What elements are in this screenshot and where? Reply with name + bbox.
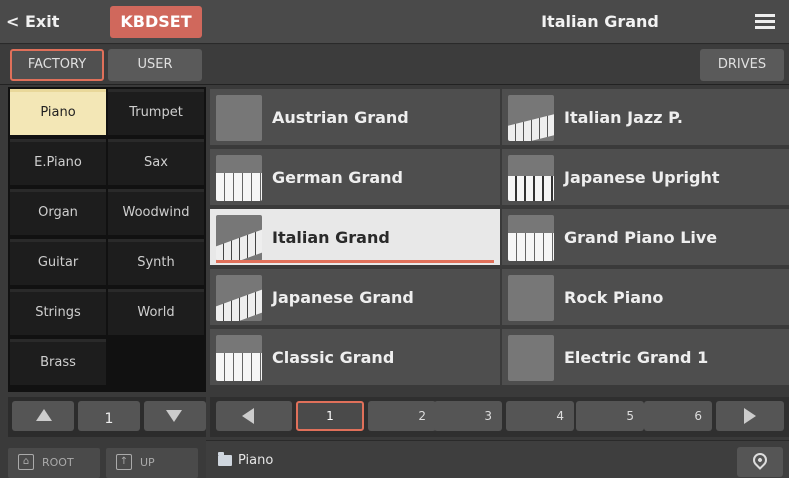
sound-label: Classic Grand (272, 348, 395, 367)
folder-icon (218, 452, 232, 466)
sound-label: German Grand (272, 168, 403, 187)
sound-grid: Austrian Grand Italian Jazz P. German Gr… (210, 87, 789, 392)
root-button[interactable]: ⌂ ROOT (8, 448, 100, 478)
piano-keys-thumbnail (216, 155, 262, 201)
sound-item[interactable]: Grand Piano Live (502, 209, 789, 267)
root-label: ROOT (42, 456, 74, 469)
category-piano[interactable]: Piano (10, 89, 106, 135)
electric-piano-thumbnail (508, 335, 554, 381)
sound-item[interactable]: Rock Piano (502, 269, 789, 327)
arrow-right-icon (744, 408, 756, 424)
category-organ[interactable]: Organ (10, 189, 106, 235)
sound-label: Grand Piano Live (564, 228, 718, 247)
upright-piano-thumbnail (508, 155, 554, 201)
folder-nav-bar: ⌂ ROOT ↑ UP (0, 440, 206, 478)
page-prev-button[interactable] (216, 401, 292, 431)
sound-item[interactable]: German Grand (210, 149, 500, 207)
arrow-left-icon (242, 408, 254, 424)
location-button[interactable] (737, 447, 783, 477)
category-guitar[interactable]: Guitar (10, 239, 106, 285)
sound-label: Austrian Grand (272, 108, 409, 127)
category-epiano[interactable]: E.Piano (10, 139, 106, 185)
piano-keys-thumbnail (508, 215, 554, 261)
sound-item-selected[interactable]: Italian Grand (210, 209, 500, 267)
category-trumpet[interactable]: Trumpet (108, 89, 204, 135)
sound-item[interactable]: Japanese Upright (502, 149, 789, 207)
tab-factory[interactable]: FACTORY (10, 49, 104, 81)
category-strings[interactable]: Strings (10, 289, 106, 335)
sound-label: Rock Piano (564, 288, 664, 307)
category-pager: 1 (8, 397, 206, 437)
page-button-6[interactable]: 6 (644, 401, 712, 431)
sound-label: Japanese Upright (564, 168, 720, 187)
category-page-number: 1 (78, 401, 140, 431)
page-next-button[interactable] (716, 401, 784, 431)
sound-label: Italian Jazz P. (564, 108, 683, 127)
top-bar: < Exit KBDSET Italian Grand (0, 0, 789, 44)
category-woodwind[interactable]: Woodwind (108, 189, 204, 235)
home-icon: ⌂ (18, 454, 34, 470)
drives-button[interactable]: DRIVES (700, 49, 784, 81)
up-button[interactable]: ↑ UP (106, 448, 198, 478)
sound-item[interactable]: Japanese Grand (210, 269, 500, 327)
sound-label: Japanese Grand (272, 288, 414, 307)
arrow-up-icon (36, 409, 52, 421)
page-button-2[interactable]: 2 (368, 401, 436, 431)
category-page-up-button[interactable] (12, 401, 74, 431)
current-folder: Piano (238, 453, 274, 468)
kbdset-button[interactable]: KBDSET (110, 6, 202, 38)
sound-label: Electric Grand 1 (564, 348, 709, 367)
page-selector: 1 2 3 4 5 6 (210, 397, 789, 437)
piano-keys-thumbnail (216, 275, 262, 321)
hamburger-menu-icon[interactable] (755, 14, 775, 30)
sound-label: Italian Grand (272, 228, 390, 247)
path-bar: Piano (206, 440, 789, 478)
source-tab-bar: FACTORY USER DRIVES (0, 45, 789, 85)
arrow-down-icon (166, 410, 182, 422)
sound-item[interactable]: Austrian Grand (210, 89, 500, 147)
sound-item[interactable]: Italian Jazz P. (502, 89, 789, 147)
grand-piano-thumbnail (508, 275, 554, 321)
up-label: UP (140, 456, 155, 469)
sound-item[interactable]: Electric Grand 1 (502, 329, 789, 387)
page-button-5[interactable]: 5 (576, 401, 644, 431)
category-panel: Piano Trumpet E.Piano Sax Organ Woodwind… (8, 87, 206, 392)
category-sax[interactable]: Sax (108, 139, 204, 185)
category-synth[interactable]: Synth (108, 239, 204, 285)
grand-piano-thumbnail (216, 95, 262, 141)
piano-keys-thumbnail (216, 215, 262, 261)
page-button-3[interactable]: 3 (434, 401, 502, 431)
page-button-4[interactable]: 4 (506, 401, 574, 431)
category-page-down-button[interactable] (144, 401, 206, 431)
location-pin-icon (750, 450, 770, 470)
category-world[interactable]: World (108, 289, 204, 335)
page-button-1[interactable]: 1 (296, 401, 364, 431)
exit-button[interactable]: < Exit (6, 0, 59, 44)
piano-keys-thumbnail (216, 335, 262, 381)
piano-keys-thumbnail (508, 95, 554, 141)
tab-user[interactable]: USER (108, 49, 202, 81)
sound-item[interactable]: Classic Grand (210, 329, 500, 387)
up-arrow-icon: ↑ (116, 454, 132, 470)
page-title: Italian Grand (541, 12, 659, 31)
category-brass[interactable]: Brass (10, 339, 106, 385)
